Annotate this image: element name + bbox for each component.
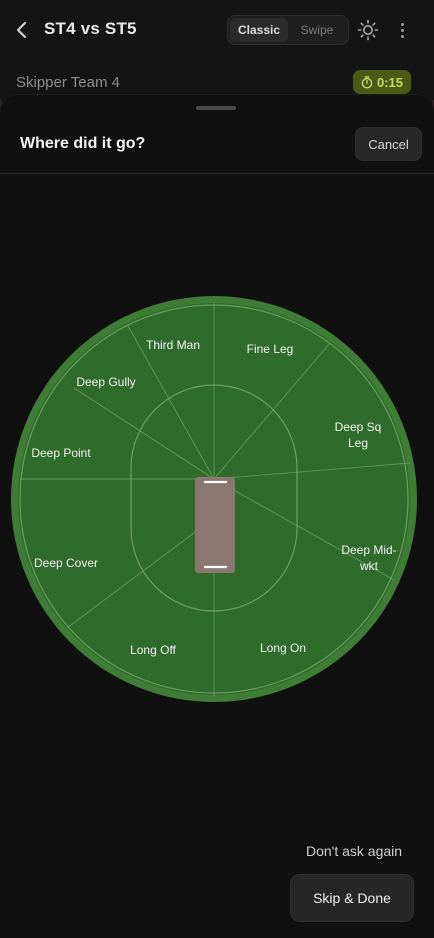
sheet-divider (0, 173, 434, 174)
mode-classic-option[interactable]: Classic (230, 18, 288, 42)
more-vertical-icon-dot (400, 28, 404, 32)
sheet-title: Where did it go? (20, 135, 146, 152)
screen: ST4 vs ST5 Classic Swipe Skipper Team 4 … (0, 0, 434, 938)
sheet-drag-handle[interactable] (196, 106, 236, 110)
brightness-button[interactable] (357, 19, 379, 41)
skip-and-done-button[interactable]: Skip & Done (290, 874, 414, 922)
more-vertical-icon-dot (400, 34, 404, 38)
dont-ask-again-link[interactable]: Don't ask again (306, 843, 402, 859)
stopwatch-icon (361, 75, 373, 88)
brightness-icon (357, 19, 379, 41)
more-vertical-icon (400, 22, 404, 26)
batting-team-name: Skipper Team 4 (16, 74, 120, 91)
back-button[interactable] (10, 16, 34, 44)
timer-badge: 0:15 (353, 70, 412, 94)
match-title: ST4 vs ST5 (44, 19, 137, 38)
more-options-button[interactable] (393, 18, 411, 42)
cancel-button[interactable]: Cancel (355, 127, 422, 161)
sub-header: Skipper Team 4 0:15 (0, 60, 434, 100)
mode-swipe-option[interactable]: Swipe (288, 18, 346, 42)
timer-value: 0:15 (377, 74, 404, 90)
back-chevron-icon (16, 21, 27, 39)
app-bar: ST4 vs ST5 Classic Swipe (0, 0, 434, 60)
mode-toggle: Classic Swipe (227, 15, 349, 45)
